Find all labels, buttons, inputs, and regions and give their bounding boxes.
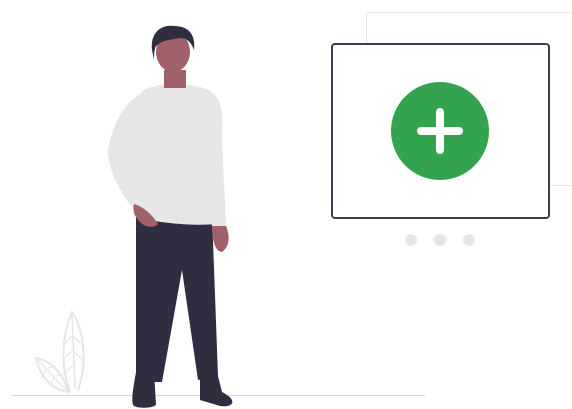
person-illustration <box>108 25 233 408</box>
pants <box>136 210 218 382</box>
add-button[interactable] <box>391 82 489 180</box>
plus-icon <box>417 108 463 154</box>
neck <box>164 70 186 88</box>
pagination-dots <box>402 233 478 247</box>
illustration-scene <box>0 0 572 409</box>
pagination-dot-2[interactable] <box>434 234 446 246</box>
pagination-dot-1[interactable] <box>405 234 417 246</box>
pagination-dot-3[interactable] <box>463 234 475 246</box>
right-hand <box>212 226 229 252</box>
